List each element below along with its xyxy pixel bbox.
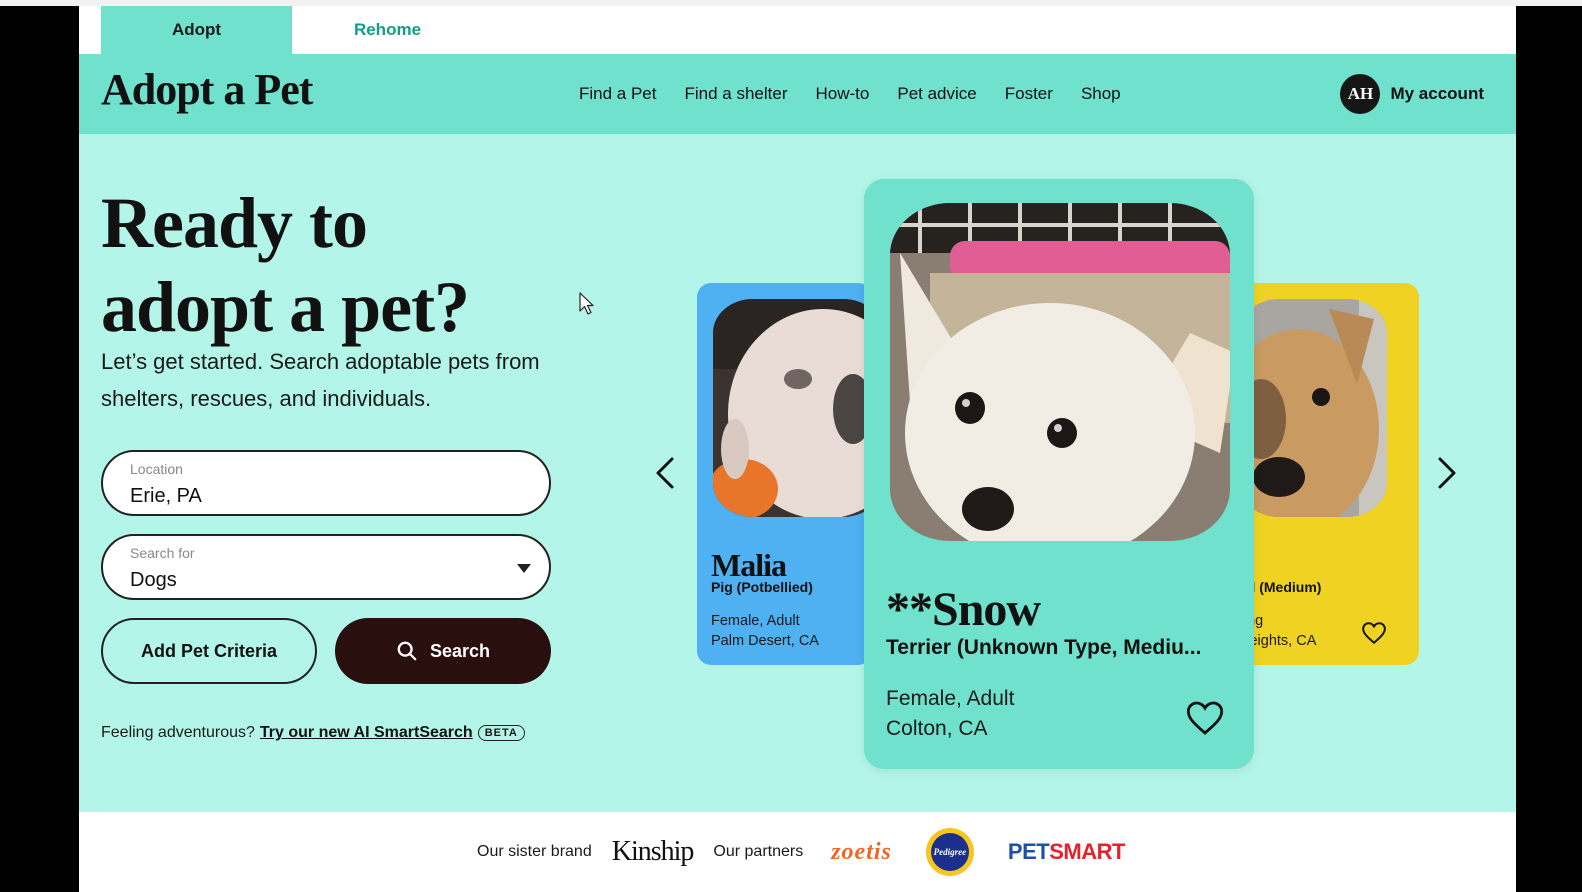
beta-badge: BETA [477, 725, 525, 741]
pet-breed: Pig (Potbellied) [711, 579, 813, 595]
page-title: Ready to adopt a pet? [101, 181, 601, 349]
nav-shop[interactable]: Shop [1081, 84, 1121, 104]
tab-adopt[interactable]: Adopt [101, 6, 292, 54]
nav-foster[interactable]: Foster [1005, 84, 1053, 104]
partners-footer: Our sister brand Kinship Our partners zo… [79, 812, 1516, 892]
site-logo[interactable]: Adopt a Pet [101, 64, 313, 115]
nav-find-a-shelter[interactable]: Find a shelter [685, 84, 788, 104]
pet-location: Colton, CA [886, 717, 988, 740]
favorite-heart-icon[interactable] [1361, 621, 1387, 645]
site-header: Adopt a Pet Find a Pet Find a shelter Ho… [79, 54, 1516, 134]
petsmart-logo-pet: PET [1007, 839, 1050, 864]
pedigree-logo[interactable]: Pedigree [925, 828, 974, 876]
pet-sex-age: Female, Adult [711, 613, 800, 629]
pet-details: Female, Adult Colton, CA [886, 684, 1014, 744]
chevron-left-icon[interactable] [652, 455, 680, 491]
my-account-label: My account [1390, 84, 1484, 103]
smartsearch-promo: Feeling adventurous? Try our new AI Smar… [101, 724, 525, 742]
smartsearch-link[interactable]: Try our new AI SmartSearch [260, 724, 473, 742]
pet-photo-dog [1239, 299, 1387, 517]
location-input[interactable] [130, 485, 490, 508]
partners-label: Our partners [713, 843, 804, 860]
kinship-logo[interactable]: Kinship [612, 836, 695, 868]
top-tabs: Adopt Rehome [79, 6, 1516, 54]
location-field[interactable]: Location [101, 450, 551, 516]
title-line-2: adopt a pet? [101, 267, 470, 347]
my-account-button[interactable]: AH My account [1340, 74, 1484, 114]
zoetis-logo[interactable]: zoetis [831, 839, 892, 866]
pet-card-malia[interactable]: Malia Pig (Potbellied) Female, Adult Pal… [697, 283, 872, 665]
page: Adopt Rehome Adopt a Pet Find a Pet Find… [79, 6, 1516, 892]
hero-subtitle: Let’s get started. Search adoptable pets… [101, 349, 540, 411]
pedigree-logo-text: Pedigree [930, 833, 969, 871]
add-pet-criteria-button[interactable]: Add Pet Criteria [101, 618, 317, 684]
caret-down-icon [517, 564, 531, 573]
petsmart-logo[interactable]: PETSMART [1007, 839, 1126, 865]
mouse-cursor-icon [579, 292, 594, 315]
pet-sex-age: Female, Adult [886, 687, 1015, 710]
chevron-right-icon[interactable] [1432, 455, 1460, 491]
pet-card-snow[interactable]: **Snow Terrier (Unknown Type, Mediu... F… [864, 179, 1254, 769]
sister-brand-label: Our sister brand [477, 843, 592, 860]
add-pet-criteria-label: Add Pet Criteria [140, 640, 278, 661]
nav-find-a-pet[interactable]: Find a Pet [579, 84, 657, 104]
pet-location: Palm Desert, CA [711, 633, 819, 649]
search-button[interactable]: Search [335, 618, 551, 684]
favorite-heart-icon[interactable] [1185, 699, 1225, 737]
pet-type-label: Search for [130, 545, 195, 561]
location-label: Location [130, 461, 183, 477]
smartsearch-prefix: Feeling adventurous? [101, 724, 255, 741]
petsmart-logo-smart: SMART [1049, 839, 1125, 864]
avatar: AH [1340, 74, 1381, 114]
nav-pet-advice[interactable]: Pet advice [897, 84, 976, 104]
pet-type-value: Dogs [130, 569, 177, 591]
pet-type-select[interactable]: Search for Dogs [101, 534, 551, 600]
pet-photo-dog [890, 203, 1230, 541]
tab-rehome[interactable]: Rehome [292, 6, 483, 54]
main-nav: Find a Pet Find a shelter How-to Pet adv… [579, 54, 1121, 134]
pet-card-right[interactable]: ed (Medium) ung Heights, CA [1239, 283, 1419, 665]
nav-how-to[interactable]: How-to [816, 84, 870, 104]
pet-breed: Terrier (Unknown Type, Mediu... [886, 636, 1202, 659]
title-line-1: Ready to [101, 183, 368, 263]
search-button-label: Search [429, 640, 491, 661]
pet-details: Female, Adult Palm Desert, CA [711, 611, 819, 651]
pet-name: **Snow [886, 583, 1041, 636]
pet-photo-pig [713, 299, 872, 517]
search-icon [397, 641, 417, 661]
